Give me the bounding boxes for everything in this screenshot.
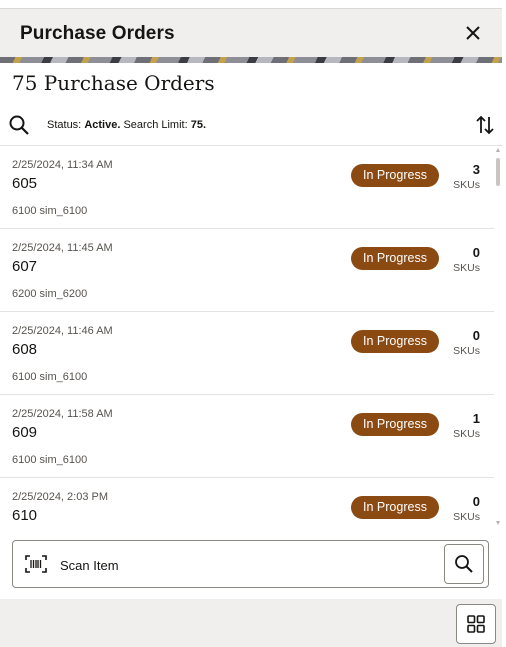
order-location: 6100 sim_6100 xyxy=(12,371,88,383)
order-location: 6100 sim_6100 xyxy=(12,454,88,466)
sku-count: 1 xyxy=(472,411,480,426)
status-prefix: Status: xyxy=(47,119,82,131)
list-item[interactable]: 2/25/2024, 11:58 AM 609 6100 sim_6100 In… xyxy=(0,395,494,478)
footer-bar xyxy=(0,599,502,647)
sku-count: 0 xyxy=(472,245,480,260)
grid-icon xyxy=(467,615,485,633)
scan-search-button[interactable] xyxy=(444,544,484,584)
status-badge: In Progress xyxy=(351,413,439,436)
list-item[interactable]: 2/25/2024, 11:46 AM 608 6100 sim_6100 In… xyxy=(0,312,494,395)
sku-label: SKUs xyxy=(453,179,480,191)
limit-prefix: Search Limit: xyxy=(123,119,188,131)
sku-label: SKUs xyxy=(453,345,480,357)
close-icon xyxy=(466,26,480,40)
order-id: 608 xyxy=(12,341,38,358)
order-date: 2/25/2024, 11:46 AM xyxy=(12,325,113,337)
order-date: 2/25/2024, 11:45 AM xyxy=(12,242,113,254)
barcode-icon xyxy=(25,555,47,573)
sku-count: 3 xyxy=(472,162,480,177)
limit-value: 75. xyxy=(190,119,207,131)
sku-label: SKUs xyxy=(453,428,480,440)
grid-view-button[interactable] xyxy=(456,604,496,644)
search-button[interactable] xyxy=(8,114,30,136)
list-scrollbar[interactable] xyxy=(496,148,501,528)
sku-count: 0 xyxy=(472,494,480,509)
order-id: 610 xyxy=(12,507,38,524)
order-id: 607 xyxy=(12,258,38,275)
order-date: 2/25/2024, 11:34 AM xyxy=(12,159,113,171)
top-strip xyxy=(0,0,506,8)
decorative-banner xyxy=(0,57,502,63)
scroll-down-arrow[interactable] xyxy=(496,521,500,525)
order-id: 609 xyxy=(12,424,38,441)
status-badge: In Progress xyxy=(351,247,439,270)
list-item[interactable]: 2/25/2024, 11:45 AM 607 6200 sim_6200 In… xyxy=(0,229,494,312)
dialog-title: Purchase Orders xyxy=(20,23,175,44)
search-icon xyxy=(455,555,473,573)
page-title: 75 Purchase Orders xyxy=(12,71,215,95)
order-location: 6200 sim_6200 xyxy=(12,288,88,300)
scroll-up-arrow[interactable] xyxy=(496,148,500,152)
close-button[interactable] xyxy=(461,21,485,45)
list-item[interactable]: 2/25/2024, 2:03 PM 610 In Progress 0 SKU… xyxy=(0,478,494,529)
search-icon xyxy=(9,115,29,135)
scroll-thumb[interactable] xyxy=(496,158,500,186)
filter-summary: Status: Active. Search Limit: 75. xyxy=(47,119,206,131)
list-item[interactable]: 2/25/2024, 11:34 AM 605 6100 sim_6100 In… xyxy=(0,146,494,229)
dialog-header: Purchase Orders xyxy=(0,8,502,58)
sku-count: 0 xyxy=(472,328,480,343)
sku-label: SKUs xyxy=(453,511,480,523)
order-location: 6100 sim_6100 xyxy=(12,205,88,217)
sort-arrows-icon xyxy=(476,115,494,135)
sort-button[interactable] xyxy=(473,113,497,137)
scan-item-field xyxy=(12,540,489,588)
status-badge: In Progress xyxy=(351,496,439,519)
purchase-order-list: 2/25/2024, 11:34 AM 605 6100 sim_6100 In… xyxy=(0,145,502,529)
status-badge: In Progress xyxy=(351,164,439,187)
status-value: Active. xyxy=(84,119,121,131)
status-badge: In Progress xyxy=(351,330,439,353)
sku-label: SKUs xyxy=(453,262,480,274)
order-date: 2/25/2024, 11:58 AM xyxy=(12,408,113,420)
order-date: 2/25/2024, 2:03 PM xyxy=(12,491,109,503)
scan-item-input[interactable] xyxy=(58,553,442,577)
order-id: 605 xyxy=(12,175,38,192)
